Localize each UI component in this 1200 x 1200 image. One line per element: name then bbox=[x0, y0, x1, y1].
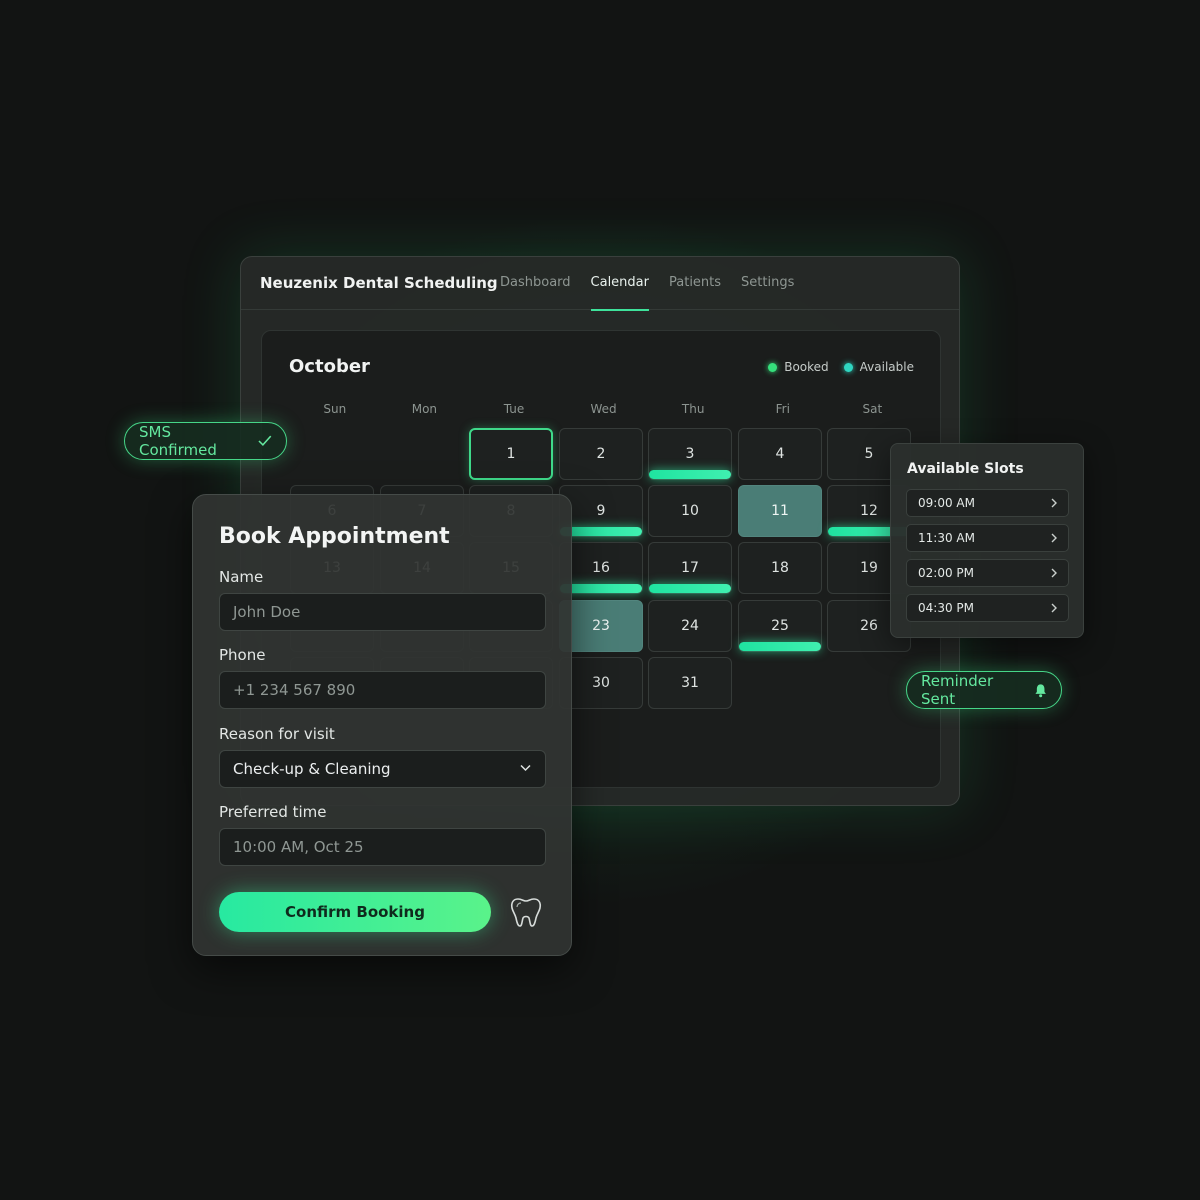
weekday-label: Mon bbox=[411, 402, 438, 416]
calendar-day[interactable]: 1 bbox=[469, 428, 553, 480]
preferred-time-label: Preferred time bbox=[219, 803, 327, 821]
weekday-label: Fri bbox=[775, 402, 790, 416]
weekday-label: Sat bbox=[862, 402, 883, 416]
weekday-label: Wed bbox=[590, 402, 617, 416]
calendar-day[interactable]: 18 bbox=[738, 542, 822, 594]
legend-booked: Booked bbox=[768, 360, 829, 374]
calendar-day[interactable]: 2 bbox=[559, 428, 643, 480]
card-title: Book Appointment bbox=[219, 524, 450, 549]
chevron-down-icon bbox=[520, 764, 531, 772]
reason-select[interactable]: Check-up & Cleaning bbox=[219, 750, 546, 788]
calendar-legend: Booked Available bbox=[753, 360, 914, 374]
slot-item[interactable]: 09:00 AM bbox=[906, 489, 1069, 517]
phone-input[interactable]: +1 234 567 890 bbox=[219, 671, 546, 709]
legend-available: Available bbox=[843, 360, 914, 374]
month-title: October bbox=[289, 356, 370, 377]
legend-booked-label: Booked bbox=[784, 360, 829, 374]
tooth-icon bbox=[510, 898, 542, 927]
slot-item[interactable]: 11:30 AM bbox=[906, 524, 1069, 552]
slot-time: 04:30 PM bbox=[918, 601, 974, 615]
available-dot-icon bbox=[843, 362, 853, 372]
reason-label: Reason for visit bbox=[219, 725, 335, 743]
chevron-right-icon bbox=[1051, 568, 1057, 578]
calendar-day[interactable]: 10 bbox=[648, 485, 732, 537]
nav-tabs: Dashboard Calendar Patients Settings bbox=[500, 257, 814, 311]
check-icon bbox=[258, 435, 272, 447]
sms-confirmed-badge: SMS Confirmed bbox=[124, 422, 287, 460]
confirm-booking-button[interactable]: Confirm Booking bbox=[219, 892, 491, 932]
slot-item[interactable]: 04:30 PM bbox=[906, 594, 1069, 622]
slot-time: 02:00 PM bbox=[918, 566, 974, 580]
app-title: Neuzenix Dental Scheduling bbox=[260, 274, 498, 292]
weekday-label: Sun bbox=[323, 402, 347, 416]
available-slots-panel: Available Slots 09:00 AM 11:30 AM 02:00 … bbox=[890, 443, 1084, 638]
booked-dot-icon bbox=[768, 362, 778, 372]
reason-value: Check-up & Cleaning bbox=[233, 760, 391, 778]
weekday-header: Sun Mon Tue Wed Thu Fri Sat bbox=[290, 402, 917, 416]
chevron-right-icon bbox=[1051, 533, 1057, 543]
calendar-day[interactable]: 4 bbox=[738, 428, 822, 480]
calendar-day[interactable]: 25 bbox=[738, 600, 822, 652]
top-bar: Neuzenix Dental Scheduling Dashboard Cal… bbox=[241, 257, 959, 311]
name-input[interactable]: John Doe bbox=[219, 593, 546, 631]
calendar-day[interactable]: 11 bbox=[738, 485, 822, 537]
slots-title: Available Slots bbox=[907, 461, 1024, 477]
slot-time: 09:00 AM bbox=[918, 496, 975, 510]
calendar-day[interactable]: 31 bbox=[648, 657, 732, 709]
chevron-right-icon bbox=[1051, 498, 1057, 508]
name-label: Name bbox=[219, 568, 264, 586]
calendar-day[interactable]: 3 bbox=[648, 428, 732, 480]
chevron-right-icon bbox=[1051, 603, 1057, 613]
calendar-day[interactable]: 17 bbox=[648, 542, 732, 594]
sms-confirmed-label: SMS Confirmed bbox=[139, 423, 217, 459]
tab-patients[interactable]: Patients bbox=[669, 257, 721, 310]
reminder-sent-badge: Reminder Sent bbox=[906, 671, 1062, 709]
tab-calendar[interactable]: Calendar bbox=[590, 257, 650, 311]
reminder-sent-label: Reminder Sent bbox=[921, 672, 994, 708]
weekday-label: Thu bbox=[681, 402, 705, 416]
phone-label: Phone bbox=[219, 646, 266, 664]
slot-item[interactable]: 02:00 PM bbox=[906, 559, 1069, 587]
bell-icon bbox=[1035, 683, 1046, 697]
slot-time: 11:30 AM bbox=[918, 531, 975, 545]
tab-settings[interactable]: Settings bbox=[741, 257, 794, 310]
legend-available-label: Available bbox=[859, 360, 914, 374]
weekday-label: Tue bbox=[503, 402, 525, 416]
book-appointment-card: Book Appointment Name John Doe Phone +1 … bbox=[192, 494, 572, 956]
tab-dashboard[interactable]: Dashboard bbox=[500, 257, 571, 310]
calendar-day[interactable]: 24 bbox=[648, 600, 732, 652]
preferred-time-input[interactable]: 10:00 AM, Oct 25 bbox=[219, 828, 546, 866]
